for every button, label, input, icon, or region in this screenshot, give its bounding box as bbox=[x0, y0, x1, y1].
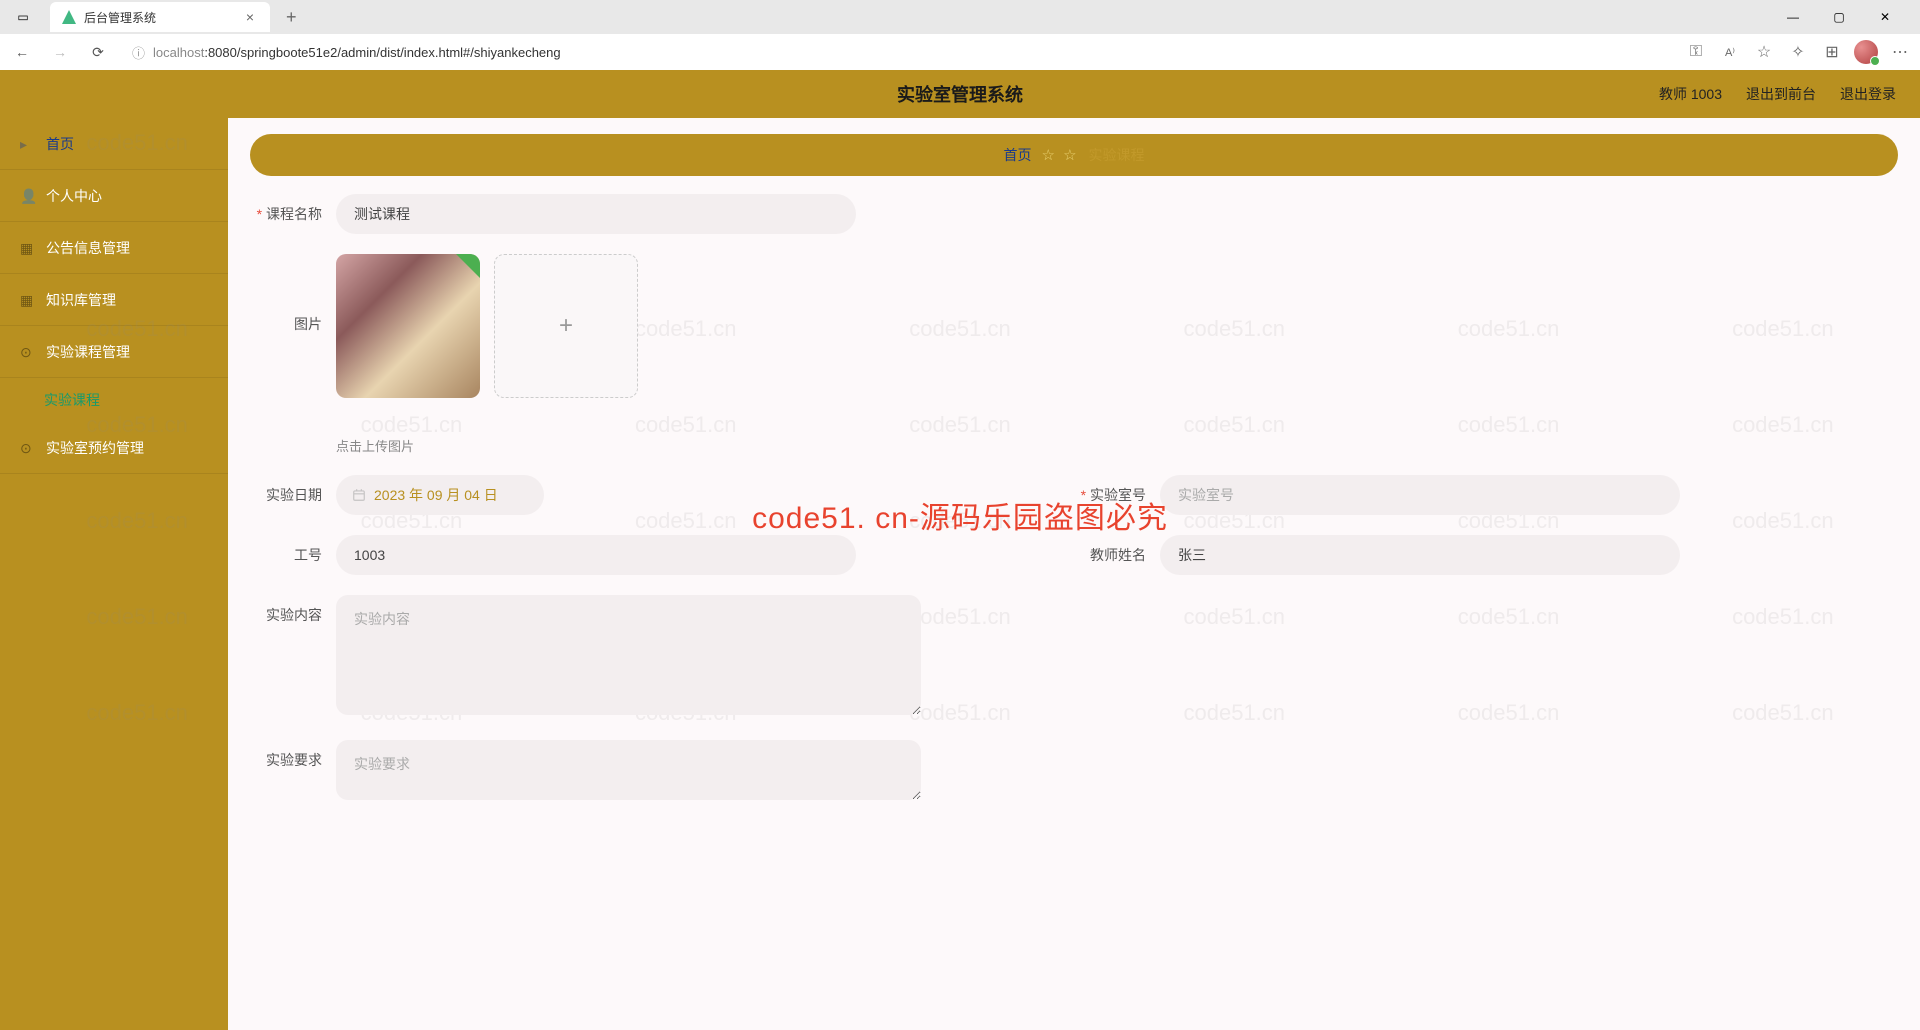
profile-avatar[interactable] bbox=[1854, 40, 1878, 64]
extensions-icon[interactable]: ⊞ bbox=[1820, 40, 1844, 64]
sidebar-item-notice[interactable]: ▦ 公告信息管理 bbox=[0, 222, 228, 274]
calendar-icon bbox=[352, 488, 366, 502]
maximize-button[interactable]: ▢ bbox=[1824, 5, 1854, 29]
vue-icon bbox=[62, 10, 76, 24]
new-tab-button[interactable]: + bbox=[278, 7, 305, 28]
course-form: 课程名称 图片 bbox=[228, 194, 1920, 805]
staff-no-label: 工号 bbox=[250, 535, 336, 565]
url-input[interactable]: ⓘ localhost:8080/springboote51e2/admin/d… bbox=[122, 38, 1674, 66]
user-icon: 👤 bbox=[20, 188, 36, 204]
home-icon: ▸ bbox=[20, 136, 36, 152]
tab-bar: ▭ 后台管理系统 × + — ▢ ✕ bbox=[0, 0, 1920, 34]
sidebar-item-course[interactable]: 实验课程 bbox=[0, 378, 228, 422]
star-icon: ☆ ☆ bbox=[1041, 146, 1078, 164]
sidebar-item-knowledge[interactable]: ▦ 知识库管理 bbox=[0, 274, 228, 326]
staff-no-input[interactable] bbox=[336, 535, 856, 575]
key-icon[interactable]: ⚿ bbox=[1684, 40, 1708, 64]
sidebar: ▸ 首页 👤 个人中心 ▦ 公告信息管理 ▦ 知识库管理 ⊙ 实验课程管理 实验… bbox=[0, 118, 228, 1030]
plus-icon: + bbox=[559, 312, 573, 340]
browser-chrome: ▭ 后台管理系统 × + — ▢ ✕ ← → ⟳ ⓘ localhost:808… bbox=[0, 0, 1920, 70]
back-button[interactable]: ← bbox=[8, 38, 36, 66]
read-aloud-icon[interactable]: A⁾ bbox=[1718, 40, 1742, 64]
sidebar-item-course-mgmt[interactable]: ⊙ 实验课程管理 bbox=[0, 326, 228, 378]
collections-icon[interactable]: ✧ bbox=[1786, 40, 1810, 64]
course-icon: ⊙ bbox=[20, 344, 36, 360]
knowledge-icon: ▦ bbox=[20, 292, 36, 308]
close-tab-icon[interactable]: × bbox=[242, 9, 258, 25]
date-value: 2023 年 09 月 04 日 bbox=[374, 485, 498, 505]
tab-list-button[interactable]: ▭ bbox=[8, 5, 38, 29]
reservation-icon: ⊙ bbox=[20, 440, 36, 456]
exit-to-front-link[interactable]: 退出到前台 bbox=[1746, 84, 1816, 104]
date-label: 实验日期 bbox=[250, 475, 336, 505]
minimize-button[interactable]: — bbox=[1778, 5, 1808, 29]
require-textarea[interactable] bbox=[336, 740, 921, 800]
logout-link[interactable]: 退出登录 bbox=[1840, 84, 1896, 104]
browser-tab[interactable]: 后台管理系统 × bbox=[50, 2, 270, 32]
breadcrumb: 首页 ☆ ☆ 实验课程 bbox=[250, 134, 1898, 176]
lab-no-label: 实验室号 bbox=[1074, 475, 1160, 505]
date-picker[interactable]: 2023 年 09 月 04 日 bbox=[336, 475, 544, 515]
sidebar-item-home[interactable]: ▸ 首页 bbox=[0, 118, 228, 170]
sidebar-item-reservation[interactable]: ⊙ 实验室预约管理 bbox=[0, 422, 228, 474]
breadcrumb-home[interactable]: 首页 bbox=[1003, 145, 1031, 165]
notice-icon: ▦ bbox=[20, 240, 36, 256]
teacher-label: 教师姓名 bbox=[1074, 535, 1160, 565]
teacher-input[interactable] bbox=[1160, 535, 1680, 575]
course-name-input[interactable] bbox=[336, 194, 856, 234]
main-content: 首页 ☆ ☆ 实验课程 课程名称 图片 bbox=[228, 118, 1920, 1030]
sidebar-item-profile[interactable]: 👤 个人中心 bbox=[0, 170, 228, 222]
address-bar: ← → ⟳ ⓘ localhost:8080/springboote51e2/a… bbox=[0, 34, 1920, 70]
content-textarea[interactable] bbox=[336, 595, 921, 715]
lab-no-input[interactable] bbox=[1160, 475, 1680, 515]
tab-title: 后台管理系统 bbox=[84, 9, 234, 26]
forward-button[interactable]: → bbox=[46, 38, 74, 66]
refresh-button[interactable]: ⟳ bbox=[84, 38, 112, 66]
app-header: 实验室管理系统 教师 1003 退出到前台 退出登录 bbox=[0, 70, 1920, 118]
breadcrumb-current: 实验课程 bbox=[1089, 145, 1145, 165]
close-window-button[interactable]: ✕ bbox=[1870, 5, 1900, 29]
user-label[interactable]: 教师 1003 bbox=[1659, 84, 1722, 104]
content-label: 实验内容 bbox=[250, 595, 336, 625]
favorite-icon[interactable]: ☆ bbox=[1752, 40, 1776, 64]
more-icon[interactable]: ⋯ bbox=[1888, 40, 1912, 64]
require-label: 实验要求 bbox=[250, 740, 336, 770]
site-info-icon[interactable]: ⓘ bbox=[132, 43, 145, 62]
uploaded-image-thumbnail[interactable] bbox=[336, 254, 480, 398]
upload-hint: 点击上传图片 bbox=[336, 436, 638, 455]
app-title: 实验室管理系统 bbox=[897, 81, 1023, 107]
success-corner-icon bbox=[456, 254, 480, 278]
course-name-label: 课程名称 bbox=[250, 194, 336, 224]
upload-add-button[interactable]: + bbox=[494, 254, 638, 398]
image-label: 图片 bbox=[250, 254, 336, 334]
